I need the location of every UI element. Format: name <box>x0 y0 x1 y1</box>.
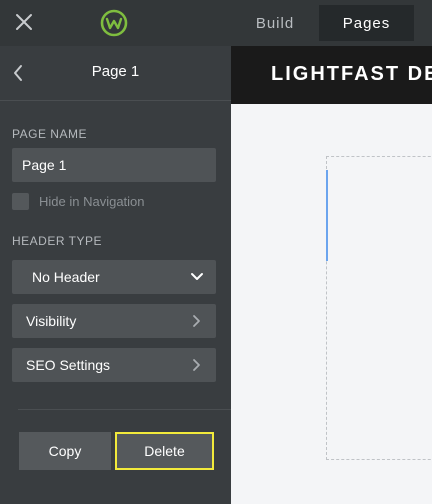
hide-in-navigation-row[interactable]: Hide in Navigation <box>12 192 145 210</box>
top-bar: Build Pages <box>0 0 432 46</box>
divider <box>18 409 231 410</box>
page-name-input[interactable] <box>12 148 216 182</box>
page-settings-panel: Page 1 PAGE NAME Hide in Navigation HEAD… <box>0 46 231 504</box>
panel-title: Page 1 <box>91 63 140 80</box>
page-preview-canvas: LIGHTFAST DE <box>231 46 432 504</box>
chevron-down-icon <box>190 270 204 284</box>
hide-in-navigation-checkbox[interactable] <box>12 192 29 210</box>
content-drop-area[interactable] <box>326 156 432 460</box>
panel-header: Page 1 <box>0 46 231 101</box>
text-cursor <box>326 170 328 261</box>
header-type-select[interactable]: No Header <box>12 260 216 294</box>
close-icon[interactable] <box>12 10 36 34</box>
header-type-value: No Header <box>32 269 100 285</box>
delete-button[interactable]: Delete <box>115 432 214 470</box>
site-header: LIGHTFAST DE <box>231 46 432 104</box>
chevron-right-icon <box>190 358 204 372</box>
visibility-label: Visibility <box>26 313 77 329</box>
seo-settings-label: SEO Settings <box>26 357 111 373</box>
site-title: LIGHTFAST DE <box>271 63 432 85</box>
page-name-label: PAGE NAME <box>12 127 87 141</box>
header-type-label: HEADER TYPE <box>12 234 102 248</box>
visibility-button[interactable]: Visibility <box>12 304 216 338</box>
chevron-right-icon <box>190 314 204 328</box>
weebly-logo-icon <box>100 9 128 37</box>
tab-pages[interactable]: Pages <box>319 5 414 41</box>
tab-build[interactable]: Build <box>232 5 318 41</box>
hide-in-navigation-label: Hide in Navigation <box>39 193 145 209</box>
copy-button[interactable]: Copy <box>19 432 111 470</box>
seo-settings-button[interactable]: SEO Settings <box>12 348 216 382</box>
